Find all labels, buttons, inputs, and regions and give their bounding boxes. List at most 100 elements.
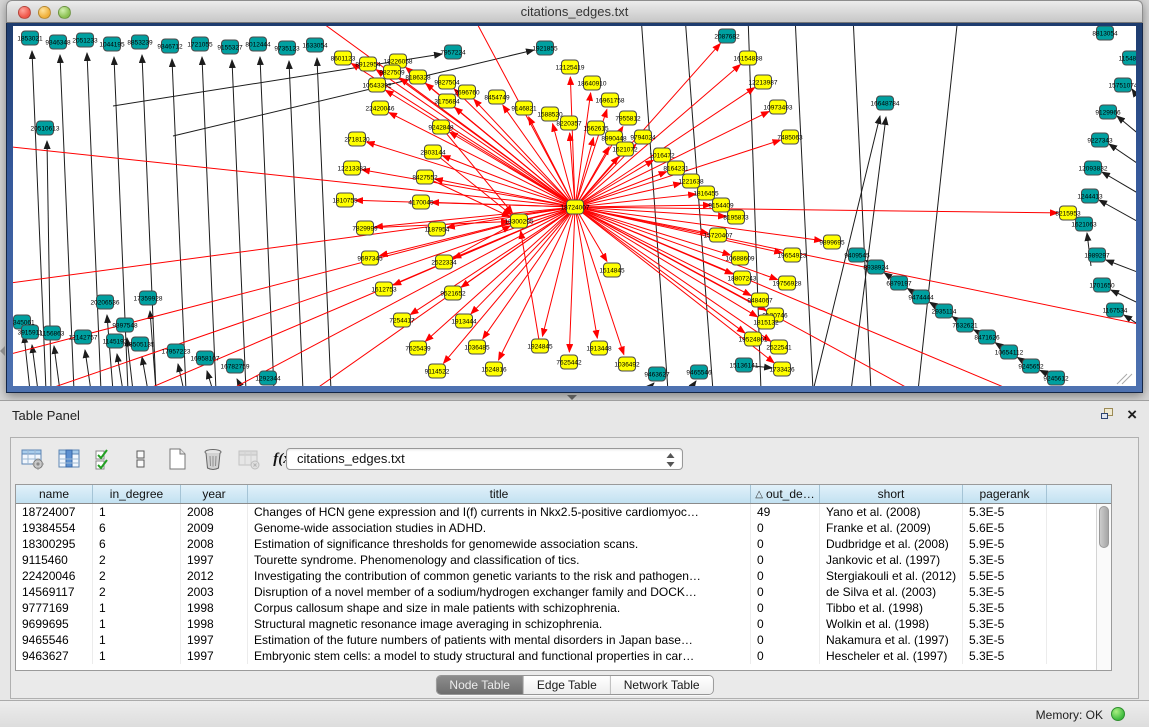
table-cell[interactable]: Estimation of significance thresholds fo… — [248, 536, 751, 552]
table-select-dropdown[interactable]: citations_edges.txt — [286, 448, 683, 470]
graph-node[interactable]: 7625442 — [556, 355, 582, 369]
graph-node[interactable]: 1810755 — [332, 193, 358, 207]
column-header-pagerank[interactable]: pagerank — [963, 485, 1047, 503]
graph-node[interactable]: 7957224 — [440, 45, 466, 59]
table-cell[interactable]: 14569117 — [16, 584, 93, 600]
graph-node[interactable]: 12125419 — [556, 60, 585, 74]
graph-node[interactable]: 6879197 — [886, 276, 912, 290]
table-cell[interactable]: 9463627 — [16, 648, 93, 664]
graph-node[interactable]: 7625439 — [405, 341, 431, 355]
graph-node[interactable]: 2051233 — [72, 33, 98, 47]
table-row[interactable]: 2242004622012Investigating the contribut… — [16, 568, 1111, 584]
graph-node[interactable]: 1633054 — [302, 38, 328, 52]
table-cell[interactable]: 0 — [751, 648, 820, 664]
graph-node[interactable]: 9484067 — [747, 293, 773, 307]
graph-node[interactable]: 10654112 — [995, 345, 1024, 359]
graph-node[interactable]: 7485063 — [777, 130, 803, 144]
graph-node[interactable]: 2696760 — [454, 85, 480, 99]
graph-node[interactable]: 1921855 — [532, 41, 558, 55]
graph-node[interactable]: 9474444 — [908, 290, 934, 304]
table-cell[interactable]: 5.3E-5 — [963, 616, 1047, 632]
table-cell[interactable]: Dudbridge et al. (2008) — [820, 536, 963, 552]
table-cell[interactable]: 1 — [93, 632, 181, 648]
scrollbar-thumb[interactable] — [1099, 506, 1109, 548]
graph-node[interactable]: 8164231 — [663, 161, 689, 175]
table-cell[interactable]: Embryonic stem cells: a model to study s… — [248, 648, 751, 664]
tab-edge-table[interactable]: Edge Table — [524, 676, 611, 694]
table-row[interactable]: 911546021997Tourette syndrome. Phenomeno… — [16, 552, 1111, 568]
graph-node[interactable]: 1913448 — [586, 341, 612, 355]
graph-node[interactable]: 1621063 — [1071, 217, 1097, 231]
graph-node[interactable]: 17359928 — [134, 291, 163, 305]
table-cell[interactable]: 0 — [751, 600, 820, 616]
table-cell[interactable]: 5.3E-5 — [963, 632, 1047, 648]
table-cell[interactable]: Nakamura et al. (1997) — [820, 632, 963, 648]
table-cell[interactable]: 1997 — [181, 632, 248, 648]
table-cell[interactable]: Tourette syndrome. Phenomenology and cla… — [248, 552, 751, 568]
graph-node[interactable]: 8186328 — [405, 70, 431, 84]
tab-node-table[interactable]: Node Table — [436, 676, 524, 694]
table-cell[interactable]: 1 — [93, 600, 181, 616]
graph-node[interactable]: 20206536 — [91, 295, 120, 309]
graph-node[interactable]: 8195873 — [723, 210, 749, 224]
graph-node[interactable]: 8012444 — [245, 37, 271, 51]
column-header-name[interactable]: name — [16, 485, 93, 503]
window-titlebar[interactable]: citations_edges.txt — [6, 0, 1143, 23]
table-row[interactable]: 969969511998Structural magnetic resonanc… — [16, 616, 1111, 632]
table-cell[interactable]: 49 — [751, 504, 820, 520]
table-cell[interactable]: 1 — [93, 648, 181, 664]
table-cell[interactable]: 1997 — [181, 552, 248, 568]
graph-node[interactable]: 1733426 — [769, 362, 795, 376]
table-cell[interactable]: Investigating the contribution of common… — [248, 568, 751, 584]
graph-node[interactable]: 2803144 — [420, 145, 446, 159]
graph-node[interactable]: 7955812 — [615, 111, 641, 125]
table-cell[interactable]: 0 — [751, 536, 820, 552]
graph-node[interactable]: 9521652 — [440, 286, 466, 300]
graph-node[interactable]: 2718120 — [344, 132, 370, 146]
graph-node[interactable]: 9735123 — [274, 41, 300, 55]
table-cell[interactable]: 5.3E-5 — [963, 504, 1047, 520]
table-cell[interactable]: 9699695 — [16, 616, 93, 632]
table-cell[interactable]: 0 — [751, 568, 820, 584]
table-cell[interactable]: 9465546 — [16, 632, 93, 648]
close-panel-icon[interactable]: × — [1127, 408, 1137, 421]
graph-node[interactable]: 9245612 — [1043, 371, 1069, 385]
table-cell[interactable]: Corpus callosum shape and size in male p… — [248, 600, 751, 616]
graph-node[interactable]: 16958107 — [191, 351, 220, 365]
graph-node[interactable]: 16961758 — [596, 93, 625, 107]
table-cell[interactable]: 2012 — [181, 568, 248, 584]
network-canvas[interactable]: 1872400718300295860112389129541822605898… — [13, 26, 1136, 386]
table-cell[interactable]: 0 — [751, 584, 820, 600]
table-cell[interactable]: 18724007 — [16, 504, 93, 520]
graph-node[interactable]: 8601123 — [331, 51, 356, 65]
table-cell[interactable]: 1997 — [181, 648, 248, 664]
zoom-button[interactable] — [58, 6, 71, 19]
graph-node[interactable]: 2087682 — [714, 29, 740, 43]
cells-icon[interactable] — [127, 446, 154, 473]
table-cell[interactable]: 5.3E-5 — [963, 600, 1047, 616]
graph-node[interactable]: 4170045 — [408, 195, 434, 209]
table-cell[interactable]: 0 — [751, 552, 820, 568]
canvas-resize-grip-icon[interactable] — [1117, 374, 1132, 384]
graph-node[interactable]: 9346348 — [45, 35, 71, 49]
graph-node[interactable]: 7254417 — [389, 313, 415, 327]
graph-node[interactable]: 8853239 — [127, 35, 153, 49]
table-row[interactable]: 1830029562008Estimation of significance … — [16, 536, 1111, 552]
select-checklist-icon[interactable] — [91, 446, 118, 473]
table-row[interactable]: 1872400712008Changes of HCN gene express… — [16, 504, 1111, 520]
graph-node[interactable]: 16154838 — [734, 51, 763, 65]
graph-node[interactable]: 1156863 — [40, 326, 65, 340]
table-cell[interactable]: Yano et al. (2008) — [820, 504, 963, 520]
graph-node[interactable]: 9465546 — [686, 365, 712, 379]
table-settings-icon[interactable] — [19, 446, 46, 473]
graph-node[interactable]: 15136141 — [730, 358, 759, 372]
table-cell[interactable]: 2 — [93, 552, 181, 568]
graph-node[interactable]: 1562615 — [583, 121, 609, 135]
graph-node[interactable]: 1167534 — [1103, 303, 1128, 317]
graph-node[interactable]: 1913444 — [451, 314, 477, 328]
table-cell[interactable]: Jankovic et al. (1997) — [820, 552, 963, 568]
graph-node[interactable]: 19524861 — [739, 332, 768, 346]
graph-node[interactable]: 8471626 — [974, 330, 1000, 344]
table-cell[interactable]: 22420046 — [16, 568, 93, 584]
table-cell[interactable]: Franke et al. (2009) — [820, 520, 963, 536]
